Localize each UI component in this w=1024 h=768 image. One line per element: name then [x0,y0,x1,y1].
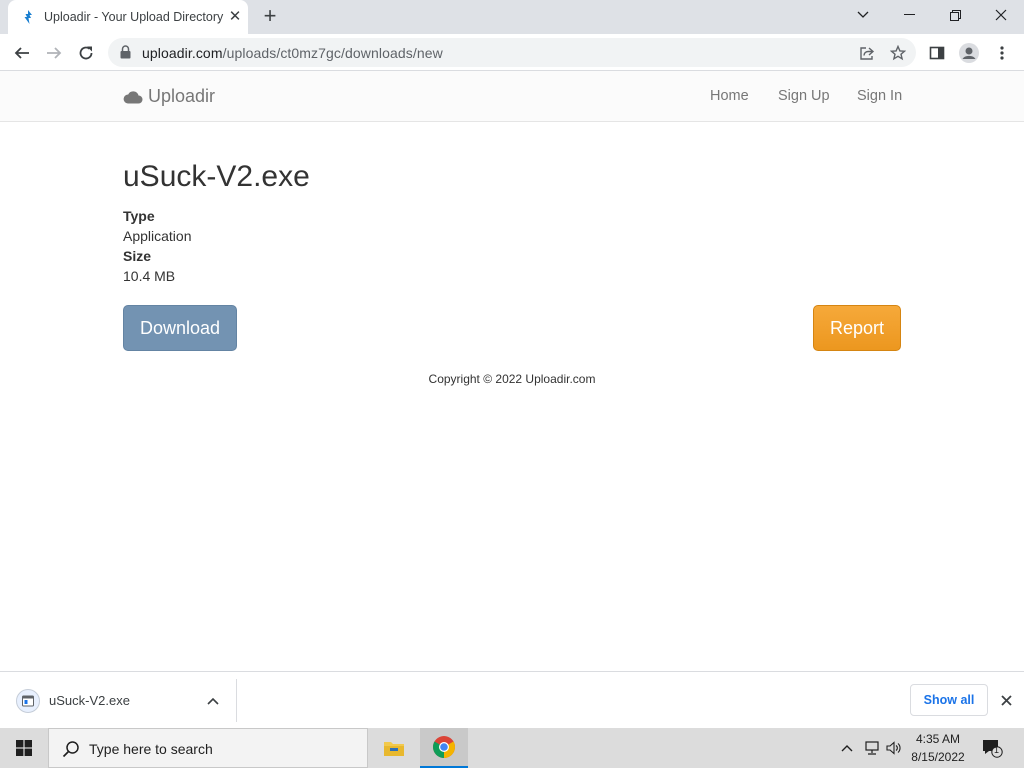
nav-signup-link[interactable]: Sign Up [778,88,830,104]
restore-icon[interactable] [932,0,978,30]
minimize-icon[interactable] [886,0,932,30]
windows-start-icon[interactable] [0,728,48,768]
notification-count: 1 [994,745,1000,755]
chevron-up-icon[interactable] [204,692,222,710]
tab-search-chevron-icon[interactable] [840,0,886,30]
cloud-icon [123,90,143,103]
search-placeholder: Type here to search [89,741,213,757]
forward-icon[interactable] [40,39,68,67]
lock-icon [120,45,131,59]
network-icon[interactable] [862,728,882,768]
download-item-name[interactable]: uSuck-V2.exe [49,693,130,708]
browser-tab[interactable]: Uploadir - Your Upload Directory ✕ [8,0,248,34]
side-panel-icon[interactable] [923,39,951,67]
size-label: Size [123,248,152,264]
clock-time[interactable]: 4:35 AM [908,732,968,746]
nav-home-link[interactable]: Home [710,88,749,104]
reload-icon[interactable] [72,39,100,67]
back-icon[interactable] [8,39,36,67]
file-title: uSuck-V2.exe [123,160,310,193]
chrome-taskbar-icon[interactable] [420,728,468,768]
search-icon [62,741,79,758]
url-domain: uploadir.com [142,45,223,61]
taskbar: Type here to search 4:35 AM 8/15/2022 1 [0,728,1024,768]
browser-toolbar: uploadir.com/uploads/ct0mz7gc/downloads/… [0,34,1024,71]
share-icon[interactable] [858,44,876,62]
shelf-divider [236,679,237,722]
size-value: 10.4 MB [123,268,176,284]
volume-icon[interactable] [884,728,904,768]
site-navbar: Uploadir Home Sign Up Sign In [0,71,1024,122]
notification-center-icon[interactable]: 1 [980,728,1004,768]
uploadir-favicon-icon [24,10,32,24]
report-button[interactable]: Report [813,305,901,351]
tab-strip: Uploadir - Your Upload Directory ✕ + [0,0,1024,34]
url-path: /uploads/ct0mz7gc/downloads/new [222,45,443,61]
file-explorer-icon[interactable] [370,728,418,768]
copyright-text: Copyright © 2022 Uploadir.com [428,372,596,386]
tray-chevron-up-icon[interactable] [838,728,856,768]
taskbar-search-box[interactable]: Type here to search [48,728,368,768]
close-window-icon[interactable] [978,0,1024,30]
download-button[interactable]: Download [123,305,237,351]
tab-close-icon[interactable]: ✕ [226,8,244,26]
clock-date[interactable]: 8/15/2022 [905,750,971,764]
type-value: Application [123,228,192,244]
type-label: Type [123,208,155,224]
profile-avatar-icon[interactable] [955,39,983,67]
menu-kebab-icon[interactable] [988,39,1016,67]
close-shelf-icon[interactable] [997,691,1015,709]
nav-signin-link[interactable]: Sign In [857,88,902,104]
new-tab-icon[interactable]: + [258,5,282,29]
bookmark-star-icon[interactable] [889,44,907,62]
tab-title: Uploadir - Your Upload Directory [44,10,224,24]
brand-name: Uploadir [148,86,216,106]
executable-file-icon [16,689,40,713]
download-shelf: uSuck-V2.exe Show all [0,671,1024,728]
address-bar[interactable]: uploadir.com/uploads/ct0mz7gc/downloads/… [108,38,916,67]
show-all-button[interactable]: Show all [910,684,988,716]
url-text[interactable]: uploadir.com/uploads/ct0mz7gc/downloads/… [142,45,443,61]
brand-link[interactable]: Uploadir [123,86,215,107]
